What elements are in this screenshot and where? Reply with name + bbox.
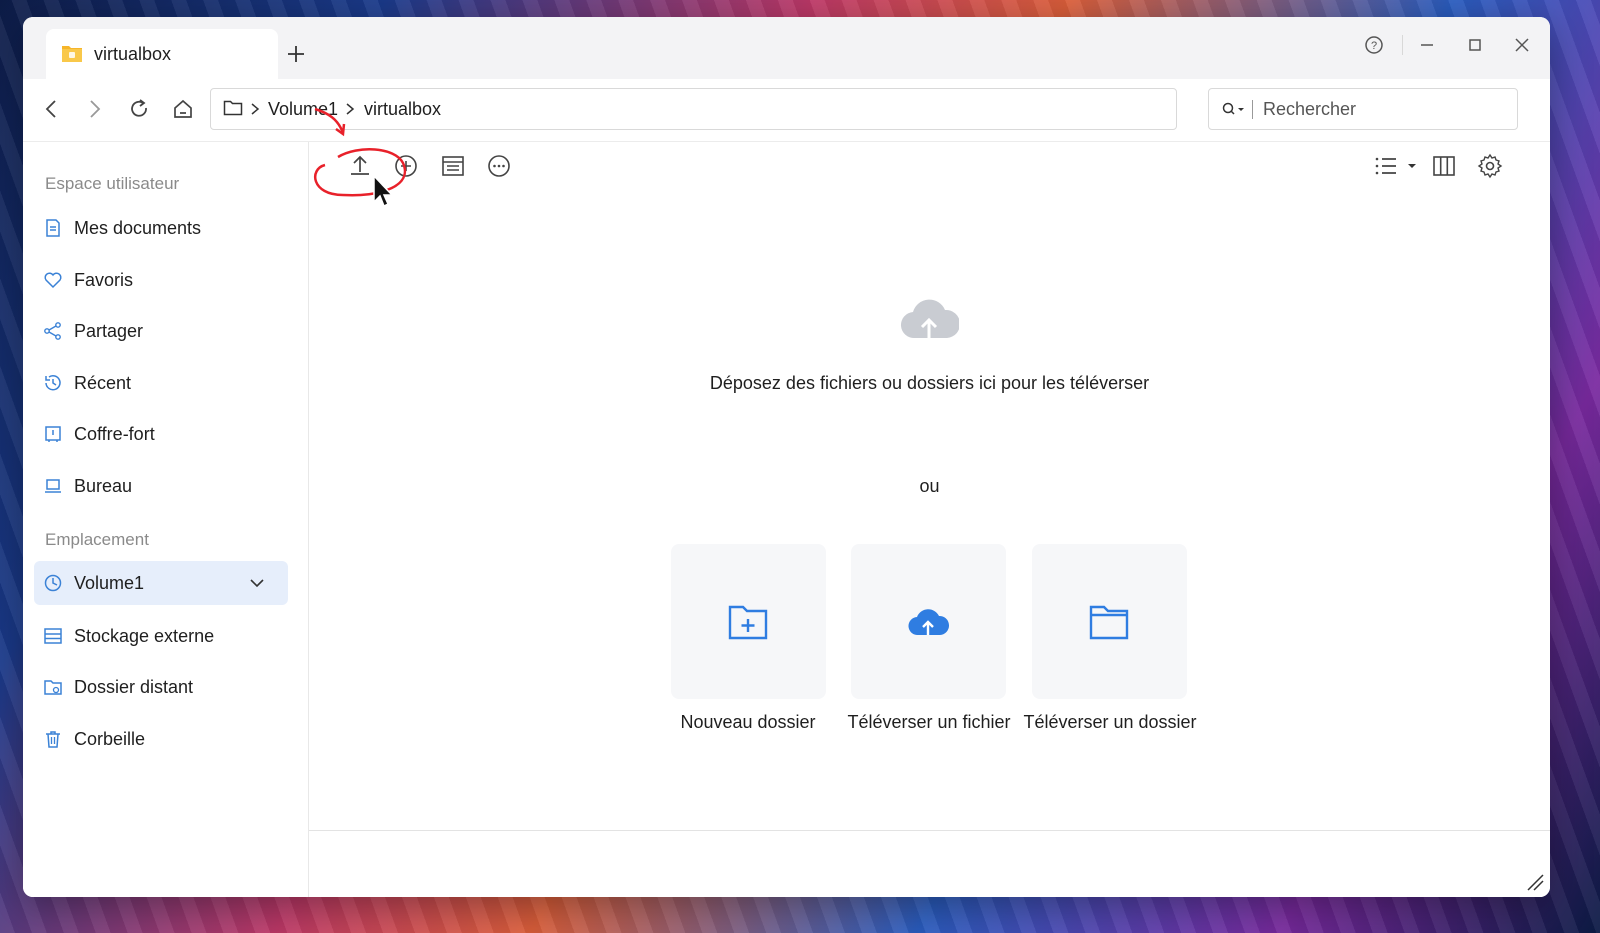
search-input[interactable] (1261, 91, 1505, 127)
navigation-bar: Volume1 virtualbox (23, 79, 1550, 142)
sidebar-item-safe[interactable]: Coffre-fort (34, 412, 288, 456)
window-controls-divider (1402, 35, 1403, 55)
chevron-right-icon (346, 103, 355, 115)
folder-icon (62, 46, 82, 62)
upload-folder-card[interactable] (1032, 544, 1187, 699)
search-divider (1252, 100, 1253, 119)
sidebar-item-external-storage[interactable]: Stockage externe (34, 614, 288, 658)
sidebar-item-label: Bureau (74, 476, 133, 496)
volume-icon (44, 574, 62, 592)
breadcrumb[interactable]: Volume1 virtualbox (210, 88, 1177, 130)
sidebar-item-label: Coffre-fort (74, 424, 155, 444)
help-icon[interactable]: ? (1362, 33, 1386, 57)
sidebar: Espace utilisateur Mes documents Favoris… (23, 142, 309, 897)
sidebar-item-label: Récent (74, 373, 132, 393)
heart-icon (44, 272, 62, 289)
document-icon (46, 219, 60, 237)
sidebar-item-remote-folder[interactable]: Dossier distant (34, 665, 288, 709)
new-folder-icon (728, 605, 768, 640)
upload-folder-label: Téléverser un dossier (1023, 712, 1197, 732)
section-title-location: Emplacement (45, 530, 149, 549)
sidebar-item-favorites[interactable]: Favoris (34, 258, 288, 302)
svg-text:?: ? (1371, 40, 1377, 52)
or-separator: ou (919, 476, 940, 496)
chevron-down-icon[interactable] (248, 575, 266, 591)
status-bar (309, 830, 1550, 897)
remote-folder-icon (44, 680, 62, 695)
add-circle-icon[interactable] (392, 152, 420, 180)
sidebar-item-label: Mes documents (74, 218, 202, 238)
drop-zone[interactable]: Déposez des fichiers ou dossiers ici pou… (309, 194, 1550, 830)
share-icon (44, 322, 61, 340)
mouse-pointer-icon (373, 174, 394, 208)
tab-bar: virtualbox ? (23, 17, 1550, 79)
plus-icon[interactable] (285, 43, 307, 65)
file-manager-window: virtualbox ? Volume1 virtualbox Recherch… (23, 17, 1550, 897)
more-icon[interactable] (485, 152, 513, 180)
search-box[interactable] (1208, 88, 1518, 130)
toolbar (309, 142, 1550, 194)
properties-icon[interactable] (439, 152, 467, 180)
sidebar-item-desktop[interactable]: Bureau (34, 464, 288, 508)
home-icon[interactable] (170, 96, 196, 122)
upload-icon[interactable] (346, 152, 374, 180)
drop-instructions: Déposez des fichiers ou dossiers ici pou… (709, 373, 1150, 393)
resize-handle-icon[interactable] (1526, 873, 1544, 891)
sidebar-item-label: Partager (74, 321, 144, 341)
cloud-upload-icon (908, 609, 949, 636)
laptop-icon (45, 479, 61, 493)
sidebar-item-trash[interactable]: Corbeille (34, 717, 288, 761)
refresh-icon[interactable] (126, 96, 152, 122)
tab-virtualbox[interactable]: virtualbox (46, 29, 278, 79)
sidebar-item-label: Corbeille (74, 729, 146, 749)
trash-icon (46, 731, 60, 748)
forward-icon[interactable] (81, 96, 107, 122)
sidebar-item-recent[interactable]: Récent (34, 361, 288, 405)
sidebar-item-share[interactable]: Partager (34, 309, 288, 353)
external-storage-icon (44, 628, 62, 644)
breadcrumb-virtualbox[interactable]: virtualbox (364, 99, 441, 120)
safe-icon (45, 426, 61, 442)
cloud-upload-icon (901, 299, 959, 339)
folder-outline-icon (223, 100, 243, 116)
settings-icon[interactable] (1476, 152, 1504, 180)
chevron-right-icon (251, 103, 260, 115)
close-icon[interactable] (1510, 33, 1534, 57)
list-view-icon[interactable] (1372, 152, 1422, 180)
sidebar-item-label: Dossier distant (74, 677, 194, 697)
sidebar-item-volume1[interactable]: Volume1 (34, 561, 288, 605)
new-folder-label: Nouveau dossier (680, 712, 816, 732)
sidebar-item-label: Favoris (74, 270, 134, 290)
columns-view-icon[interactable] (1430, 152, 1458, 180)
upload-file-label: Téléverser un fichier (847, 712, 1011, 732)
tab-title: virtualbox (94, 44, 172, 64)
section-title-user-space: Espace utilisateur (45, 174, 180, 193)
history-icon (45, 375, 61, 391)
maximize-icon[interactable] (1463, 33, 1487, 57)
minimize-icon[interactable] (1415, 33, 1439, 57)
upload-file-card[interactable] (851, 544, 1006, 699)
sidebar-item-my-documents[interactable]: Mes documents (34, 206, 288, 250)
new-folder-card[interactable] (671, 544, 826, 699)
sidebar-item-label: Stockage externe (74, 626, 215, 646)
back-icon[interactable] (39, 96, 65, 122)
search-icon[interactable] (1221, 100, 1247, 118)
sidebar-item-label: Volume1 (74, 573, 145, 593)
folder-icon (1089, 605, 1129, 640)
breadcrumb-volume1[interactable]: Volume1 (268, 99, 338, 120)
